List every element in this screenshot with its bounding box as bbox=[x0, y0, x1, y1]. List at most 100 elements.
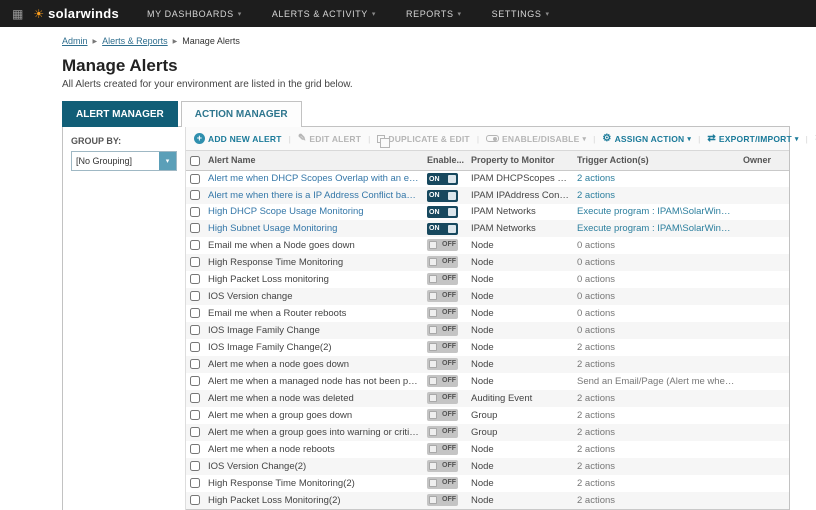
trigger-actions-cell[interactable]: 2 actions bbox=[573, 458, 739, 475]
alert-name-cell[interactable]: High DHCP Scope Usage Monitoring bbox=[204, 204, 423, 221]
table-row[interactable]: High Response Time Monitoring OFF Node 0… bbox=[186, 254, 789, 271]
row-checkbox[interactable] bbox=[190, 444, 200, 454]
trigger-actions-cell[interactable]: 0 actions bbox=[573, 271, 739, 288]
row-checkbox[interactable] bbox=[190, 325, 200, 335]
row-checkbox[interactable] bbox=[190, 240, 200, 250]
enable-toggle[interactable]: OFF bbox=[427, 358, 458, 370]
alert-name-cell[interactable]: Alert me when a group goes into warning … bbox=[204, 424, 423, 441]
table-row[interactable]: IOS Version change OFF Node 0 actions bbox=[186, 288, 789, 305]
row-checkbox[interactable] bbox=[190, 190, 200, 200]
table-row[interactable]: Email me when a Router reboots OFF Node … bbox=[186, 305, 789, 322]
enable-toggle[interactable]: OFF bbox=[427, 290, 458, 302]
nav-reports[interactable]: REPORTS ▾ bbox=[406, 9, 462, 19]
alert-name-cell[interactable]: High Packet Loss Monitoring(2) bbox=[204, 492, 423, 509]
alert-name-cell[interactable]: Email me when a Node goes down bbox=[204, 237, 423, 254]
tab-action-manager[interactable]: ACTION MANAGER bbox=[181, 101, 302, 127]
enable-toggle[interactable]: ON bbox=[427, 223, 458, 235]
alert-name-cell[interactable]: Alert me when a node reboots bbox=[204, 441, 423, 458]
table-row[interactable]: High DHCP Scope Usage Monitoring ON IPAM… bbox=[186, 204, 789, 221]
enable-toggle[interactable]: OFF bbox=[427, 375, 458, 387]
row-checkbox[interactable] bbox=[190, 427, 200, 437]
group-by-select[interactable]: [No Grouping] ▾ bbox=[71, 151, 177, 171]
row-checkbox[interactable] bbox=[190, 478, 200, 488]
table-row[interactable]: High Response Time Monitoring(2) OFF Nod… bbox=[186, 475, 789, 492]
trigger-actions-cell[interactable]: 0 actions bbox=[573, 237, 739, 254]
enable-toggle[interactable]: OFF bbox=[427, 341, 458, 353]
table-row[interactable]: IOS Version Change(2) OFF Node 2 actions bbox=[186, 458, 789, 475]
alert-name-cell[interactable]: Alert me when a managed node has not bee… bbox=[204, 373, 423, 390]
trigger-actions-cell[interactable]: 2 actions bbox=[573, 170, 739, 187]
alert-name-cell[interactable]: High Packet Loss monitoring bbox=[204, 271, 423, 288]
enable-toggle[interactable]: OFF bbox=[427, 443, 458, 455]
nav-alerts-activity[interactable]: ALERTS & ACTIVITY ▾ bbox=[272, 9, 376, 19]
enable-toggle[interactable]: ON bbox=[427, 173, 458, 185]
row-checkbox[interactable] bbox=[190, 393, 200, 403]
table-row[interactable]: Email me when a Node goes down OFF Node … bbox=[186, 237, 789, 254]
col-trigger-actions[interactable]: Trigger Action(s) bbox=[573, 151, 739, 170]
alert-name-cell[interactable]: IOS Image Family Change bbox=[204, 322, 423, 339]
table-row[interactable]: IOS Image Family Change(2) OFF Node 2 ac… bbox=[186, 339, 789, 356]
row-checkbox[interactable] bbox=[190, 207, 200, 217]
alert-name-cell[interactable]: High Subnet Usage Monitoring bbox=[204, 220, 423, 237]
trigger-actions-cell[interactable]: 2 actions bbox=[573, 424, 739, 441]
alert-name-cell[interactable]: IOS Image Family Change(2) bbox=[204, 339, 423, 356]
trigger-actions-cell[interactable]: 2 actions bbox=[573, 407, 739, 424]
trigger-actions-cell[interactable]: 2 actions bbox=[573, 390, 739, 407]
trigger-actions-cell[interactable]: Execute program : IPAM\SolarWinds.IPAM.E… bbox=[573, 204, 739, 221]
tab-alert-manager[interactable]: ALERT MANAGER bbox=[62, 101, 178, 127]
enable-toggle[interactable]: OFF bbox=[427, 239, 458, 251]
row-checkbox[interactable] bbox=[190, 342, 200, 352]
col-owner[interactable]: Owner bbox=[739, 151, 789, 170]
table-row[interactable]: Alert me when a group goes down OFF Grou… bbox=[186, 407, 789, 424]
duplicate-edit-button[interactable]: DUPLICATE & EDIT bbox=[377, 134, 469, 144]
table-row[interactable]: High Packet Loss Monitoring(2) OFF Node … bbox=[186, 492, 789, 509]
row-checkbox[interactable] bbox=[190, 359, 200, 369]
assign-action-button[interactable]: ⚙ ASSIGN ACTION ▾ bbox=[602, 134, 691, 144]
enable-toggle[interactable]: OFF bbox=[427, 307, 458, 319]
edit-alert-button[interactable]: ✎ EDIT ALERT bbox=[298, 134, 361, 144]
trigger-actions-cell[interactable]: 2 actions bbox=[573, 356, 739, 373]
row-checkbox[interactable] bbox=[190, 495, 200, 505]
enable-toggle[interactable]: OFF bbox=[427, 460, 458, 472]
table-row[interactable]: Alert me when a node goes down OFF Node … bbox=[186, 356, 789, 373]
add-new-alert-button[interactable]: + ADD NEW ALERT bbox=[194, 133, 282, 144]
alert-name-cell[interactable]: High Response Time Monitoring bbox=[204, 254, 423, 271]
breadcrumb-admin[interactable]: Admin bbox=[62, 36, 88, 46]
col-enabled[interactable]: Enable... bbox=[423, 151, 467, 170]
alert-name-cell[interactable]: Alert me when a node was deleted bbox=[204, 390, 423, 407]
row-checkbox[interactable] bbox=[190, 223, 200, 233]
nav-settings[interactable]: SETTINGS ▾ bbox=[492, 9, 550, 19]
enable-toggle[interactable]: OFF bbox=[427, 409, 458, 421]
row-checkbox[interactable] bbox=[190, 376, 200, 386]
alert-name-cell[interactable]: Alert me when a node goes down bbox=[204, 356, 423, 373]
row-checkbox[interactable] bbox=[190, 257, 200, 267]
table-row[interactable]: High Packet Loss monitoring OFF Node 0 a… bbox=[186, 271, 789, 288]
alert-name-cell[interactable]: High Response Time Monitoring(2) bbox=[204, 475, 423, 492]
table-row[interactable]: Alert me when a group goes into warning … bbox=[186, 424, 789, 441]
alert-name-cell[interactable]: IOS Version Change(2) bbox=[204, 458, 423, 475]
table-row[interactable]: Alert me when there is a IP Address Conf… bbox=[186, 187, 789, 204]
table-row[interactable]: IOS Image Family Change OFF Node 0 actio… bbox=[186, 322, 789, 339]
app-grid-icon[interactable]: ▦ bbox=[12, 7, 23, 21]
trigger-actions-cell[interactable]: 0 actions bbox=[573, 288, 739, 305]
nav-my-dashboards[interactable]: MY DASHBOARDS ▾ bbox=[147, 9, 242, 19]
table-row[interactable]: Alert me when a node was deleted OFF Aud… bbox=[186, 390, 789, 407]
trigger-actions-cell[interactable]: 0 actions bbox=[573, 305, 739, 322]
enable-toggle[interactable]: OFF bbox=[427, 477, 458, 489]
table-row[interactable]: Alert me when a managed node has not bee… bbox=[186, 373, 789, 390]
enable-toggle[interactable]: ON bbox=[427, 206, 458, 218]
trigger-actions-cell[interactable]: 2 actions bbox=[573, 492, 739, 509]
trigger-actions-cell[interactable]: Send an Email/Page (Alert me when a mana… bbox=[573, 373, 739, 390]
trigger-actions-cell[interactable]: 2 actions bbox=[573, 187, 739, 204]
row-checkbox[interactable] bbox=[190, 461, 200, 471]
row-checkbox[interactable] bbox=[190, 308, 200, 318]
trigger-actions-cell[interactable]: 2 actions bbox=[573, 441, 739, 458]
table-row[interactable]: High Subnet Usage Monitoring ON IPAM Net… bbox=[186, 220, 789, 237]
solarwinds-brand[interactable]: ☀ solarwinds bbox=[33, 6, 119, 21]
alert-name-cell[interactable]: Alert me when there is a IP Address Conf… bbox=[204, 187, 423, 204]
breadcrumb-alerts-reports[interactable]: Alerts & Reports bbox=[102, 36, 168, 46]
enable-toggle[interactable]: ON bbox=[427, 190, 458, 202]
trigger-actions-cell[interactable]: 2 actions bbox=[573, 475, 739, 492]
row-checkbox[interactable] bbox=[190, 274, 200, 284]
enable-toggle[interactable]: OFF bbox=[427, 273, 458, 285]
